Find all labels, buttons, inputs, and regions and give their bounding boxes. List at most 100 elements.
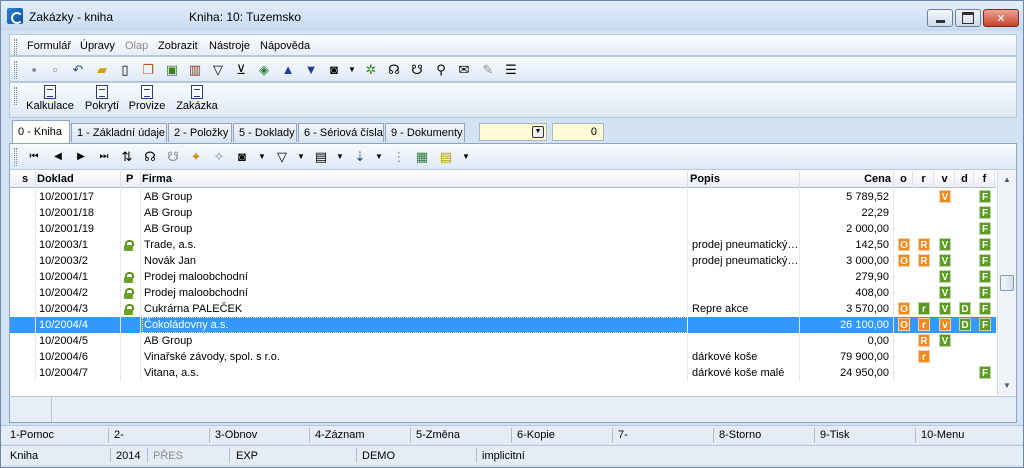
pokryti-button[interactable]: Pokrytí — [84, 85, 120, 117]
book-icon[interactable]: ▥ — [187, 62, 203, 78]
fkey-2[interactable]: 2- — [114, 429, 124, 441]
row-state-cell[interactable] — [22, 285, 36, 301]
cell-popis[interactable] — [690, 285, 800, 301]
table-row[interactable]: 10/2003/1 Trade, a.s. prodej pneumatický… 1… — [10, 237, 996, 253]
cell-p[interactable] — [126, 349, 141, 365]
sort-toggle-icon[interactable]: ⇅ — [119, 149, 135, 165]
action-toolbar-grip[interactable] — [14, 87, 17, 105]
column-header-f[interactable]: f — [975, 171, 995, 188]
find-replace-icon[interactable]: ⚲ — [433, 62, 449, 78]
title-bar[interactable]: Zakázky - kniha Kniha: 10: Tuzemsko ✕ — [1, 1, 1023, 31]
cell-doklad[interactable]: 10/2004/1 — [37, 269, 121, 285]
grid-toolbar-grip[interactable] — [14, 148, 17, 166]
row-state-cell[interactable] — [22, 253, 36, 269]
tab-zakladni-udaje[interactable]: 1 - Základní údaje — [71, 123, 167, 142]
cell-doklad[interactable]: 10/2004/7 — [37, 365, 121, 381]
grid-find-disabled-icon[interactable]: ☋ — [165, 149, 181, 165]
cell-cena[interactable]: 142,50 — [801, 237, 894, 253]
cell-firma[interactable]: Prodej maloobchodní — [142, 285, 688, 301]
cell-popis[interactable] — [690, 205, 800, 221]
row-state-cell[interactable] — [22, 221, 36, 237]
menu-olap[interactable]: Olap — [125, 40, 148, 52]
fkey-9[interactable]: 9-Tisk — [820, 429, 850, 441]
grid-camera-icon[interactable]: ◙ — [234, 149, 250, 165]
cell-firma[interactable]: Trade, a.s. — [142, 237, 688, 253]
close-button[interactable]: ✕ — [983, 9, 1019, 27]
cell-p[interactable] — [126, 189, 141, 205]
tab-polozky[interactable]: 2 - Položky — [168, 123, 232, 142]
cell-doklad[interactable]: 10/2004/6 — [37, 349, 121, 365]
cell-doklad[interactable]: 10/2004/5 — [37, 333, 121, 349]
save-as-icon[interactable]: ▫ — [47, 62, 63, 78]
copy-icon[interactable]: ❐ — [140, 62, 156, 78]
cell-cena[interactable]: 3 570,00 — [801, 301, 894, 317]
fkey-7[interactable]: 7- — [618, 429, 628, 441]
tab-seriova-cisla[interactable]: 6 - Sériová čísla — [298, 123, 384, 142]
cell-popis[interactable] — [690, 189, 800, 205]
cell-doklad[interactable]: 10/2001/17 — [37, 189, 121, 205]
row-state-cell[interactable] — [22, 189, 36, 205]
cell-firma[interactable]: AB Group — [142, 221, 688, 237]
cell-cena[interactable]: 5 789,52 — [801, 189, 894, 205]
sort-az-icon[interactable]: ⇣ — [352, 149, 368, 165]
cell-p[interactable] — [126, 205, 141, 221]
cell-popis[interactable]: prodej pneumatický… — [690, 237, 800, 253]
cell-popis[interactable]: dárkové koše malé — [690, 365, 800, 381]
cell-popis[interactable] — [690, 317, 800, 333]
cell-cena[interactable]: 3 000,00 — [801, 253, 894, 269]
fkey-5[interactable]: 5-Změna — [416, 429, 460, 441]
fkey-8[interactable]: 8-Storno — [719, 429, 761, 441]
camera-icon[interactable]: ◙ — [326, 62, 342, 78]
arrow-up-icon[interactable]: ▲ — [280, 62, 296, 78]
camera-dropdown-icon[interactable]: ▼ — [344, 62, 360, 78]
cell-doklad[interactable]: 10/2003/2 — [37, 253, 121, 269]
cell-popis[interactable]: dárkové koše — [690, 349, 800, 365]
cell-firma[interactable]: AB Group — [142, 189, 688, 205]
arrow-down-icon[interactable]: ▼ — [303, 62, 319, 78]
tree-disabled-icon[interactable]: ⋮ — [391, 149, 407, 165]
list-icon[interactable]: ▤ — [438, 149, 454, 165]
table-row[interactable]: 10/2004/7 Vitana, a.s. dárkové koše malé 24… — [10, 365, 996, 381]
maximize-button[interactable] — [955, 9, 981, 27]
table-row[interactable]: 10/2004/6 Vinařské závody, spol. s r.o. dá… — [10, 349, 996, 365]
cell-cena[interactable]: 0,00 — [801, 333, 894, 349]
refresh-icon[interactable]: ✲ — [363, 62, 379, 78]
vertical-scrollbar[interactable]: ▲ ▼ — [997, 171, 1016, 395]
open-folder-icon[interactable]: ▰ — [94, 62, 110, 78]
column-header-cena[interactable]: Cena — [801, 171, 894, 188]
remove-disabled-icon[interactable]: ✧ — [211, 149, 227, 165]
zakazka-button[interactable]: Zakázka — [174, 85, 220, 117]
save-icon[interactable]: ▪ — [26, 62, 42, 78]
tab-kniha[interactable]: 0 - Kniha — [12, 120, 70, 143]
cell-doklad[interactable]: 10/2004/4 — [37, 317, 121, 333]
row-state-cell[interactable] — [22, 205, 36, 221]
export-icon[interactable]: ▦ — [414, 149, 430, 165]
columns-icon[interactable]: ▤ — [313, 149, 329, 165]
cell-firma[interactable]: Novák Jan — [142, 253, 688, 269]
table-row[interactable]: 10/2001/17 AB Group 5 789,52 V F — [10, 189, 996, 205]
menu-napoveda[interactable]: Nápověda — [260, 40, 310, 52]
column-header-r[interactable]: r — [914, 171, 934, 188]
add-star-icon[interactable]: ✦ — [188, 149, 204, 165]
cell-doklad[interactable]: 10/2004/3 — [37, 301, 121, 317]
cell-firma[interactable]: Cukrárna PALEČEK — [142, 301, 688, 317]
table-row[interactable]: 10/2004/1 Prodej maloobchodní 279,90 V F — [10, 269, 996, 285]
next-record-icon[interactable]: ▶ — [73, 149, 89, 165]
cell-cena[interactable]: 79 900,00 — [801, 349, 894, 365]
column-header-firma[interactable]: Firma — [142, 171, 688, 188]
columns-dropdown-icon[interactable]: ▼ — [332, 149, 348, 165]
fkey-3[interactable]: 3-Obnov — [215, 429, 257, 441]
cell-popis[interactable]: prodej pneumatický… — [690, 253, 800, 269]
column-header-doklad[interactable]: Doklad — [37, 171, 121, 188]
binoculars-icon[interactable]: ☊ — [386, 62, 402, 78]
menu-lines-icon[interactable]: ☰ — [503, 62, 519, 78]
row-state-cell[interactable] — [22, 237, 36, 253]
undo-icon[interactable]: ↶ — [70, 62, 86, 78]
cell-cena[interactable]: 408,00 — [801, 285, 894, 301]
cell-cena[interactable]: 2 000,00 — [801, 221, 894, 237]
fkey-6[interactable]: 6-Kopie — [517, 429, 555, 441]
record-count-field[interactable]: 0 — [552, 123, 604, 141]
column-header-p[interactable]: P — [126, 171, 141, 188]
find-next-icon[interactable]: ☋ — [409, 62, 425, 78]
cell-popis[interactable] — [690, 269, 800, 285]
